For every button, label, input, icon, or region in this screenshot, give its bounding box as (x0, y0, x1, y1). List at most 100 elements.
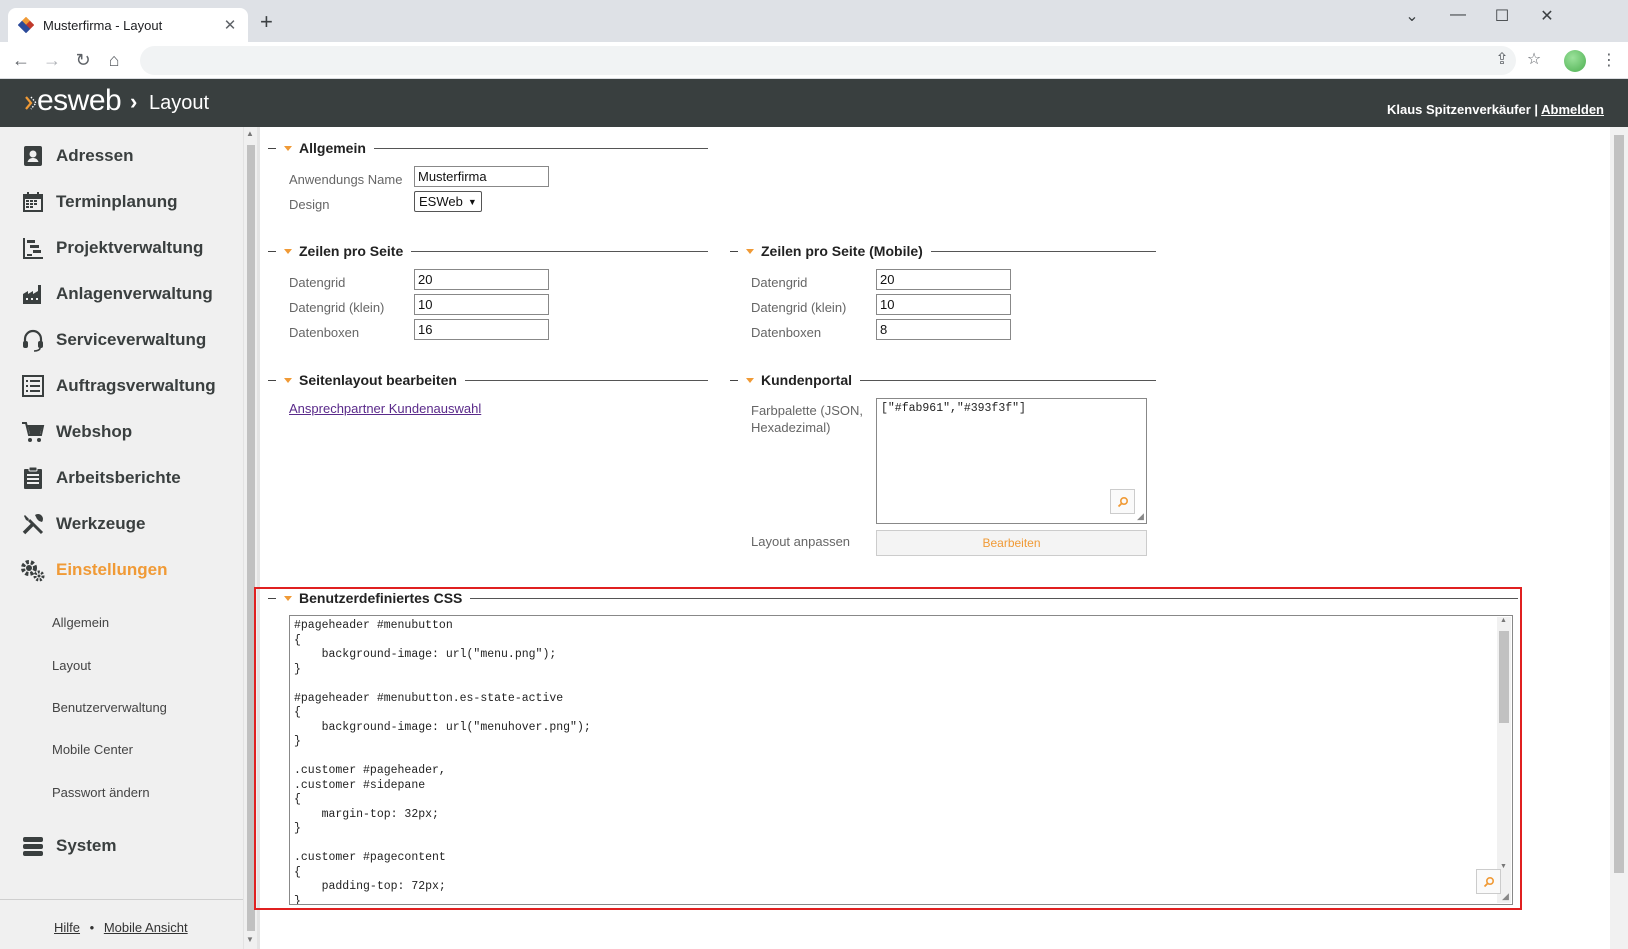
resize-grip-icon[interactable]: ◢ (1502, 891, 1509, 902)
home-button[interactable]: ⌂ (103, 49, 125, 71)
scroll-down-icon[interactable]: ▼ (246, 935, 254, 944)
help-link[interactable]: Hilfe (54, 920, 80, 935)
calendar-icon (20, 189, 46, 215)
headset-icon (20, 327, 46, 353)
tools-icon (20, 511, 46, 537)
datengrid-klein-input[interactable] (414, 294, 549, 315)
css-scroll-thumb[interactable] (1499, 631, 1509, 723)
field-label: Layout anpassen (751, 534, 851, 549)
section-zeilen-mobile: Zeilen pro Seite (Mobile) (730, 242, 1156, 260)
css-scrollbar[interactable]: ▲ ▼ (1497, 617, 1511, 903)
sidebar-subitem-benutzerverwaltung[interactable]: Benutzerverwaltung (52, 700, 167, 715)
collapse-triangle-icon (746, 248, 754, 254)
back-button[interactable]: ← (10, 49, 32, 71)
reload-button[interactable]: ↻ (72, 49, 94, 71)
sidebar-item-einstellungen[interactable]: Einstellungen (0, 548, 243, 592)
sidebar-subitem-mobile-center[interactable]: Mobile Center (52, 742, 133, 757)
design-select[interactable]: ESWeb ▼ (414, 191, 482, 212)
browser-toolbar: ← → ↻ ⌂ ⇪ ☆ ⋮ (0, 42, 1628, 79)
zoom-button[interactable] (1110, 489, 1135, 514)
datenboxen-input[interactable] (414, 319, 549, 340)
tab-title: Musterfirma - Layout (43, 17, 163, 33)
section-rule (411, 250, 708, 252)
main-scroll-thumb[interactable] (1614, 135, 1624, 873)
section-header[interactable]: Kundenportal (730, 371, 1156, 389)
sidebar-item-serviceverwaltung[interactable]: Serviceverwaltung (0, 318, 243, 362)
sidebar-subitem-allgemein[interactable]: Allgemein (52, 615, 109, 630)
browser-tab[interactable]: Musterfirma - Layout ✕ (8, 8, 248, 42)
profile-avatar[interactable] (1564, 50, 1586, 72)
server-icon (20, 833, 46, 859)
scroll-up-icon[interactable]: ▲ (246, 129, 254, 138)
section-allgemein: Allgemein (268, 139, 708, 157)
main-scrollbar[interactable] (1610, 127, 1628, 949)
tab-search-icon[interactable]: ⌄ (1402, 6, 1422, 26)
logout-link[interactable]: Abmelden (1541, 102, 1604, 117)
footer-separator: • (89, 920, 95, 935)
list-icon (20, 373, 46, 399)
resize-grip-icon[interactable]: ◢ (1137, 511, 1144, 522)
section-header[interactable]: Zeilen pro Seite (268, 242, 708, 260)
ansprechpartner-link[interactable]: Ansprechpartner Kundenauswahl (289, 401, 481, 416)
section-rule (373, 147, 708, 149)
sidebar-item-auftragsverwaltung[interactable]: Auftragsverwaltung (0, 364, 243, 408)
scroll-down-icon[interactable]: ▼ (1500, 863, 1507, 870)
section-header[interactable]: Seitenlayout bearbeiten (268, 371, 708, 389)
field-label: Datengrid (klein) (289, 300, 385, 315)
section-rule (860, 379, 1156, 381)
section-rule (470, 597, 1518, 599)
sidebar-item-terminplanung[interactable]: Terminplanung (0, 180, 243, 224)
design-select-value: ESWeb (419, 194, 463, 209)
window-minimize-button[interactable]: — (1448, 6, 1468, 24)
app-logo[interactable]: esweb (37, 84, 122, 118)
mobile-view-link[interactable]: Mobile Ansicht (104, 920, 188, 935)
sidebar-item-werkzeuge[interactable]: Werkzeuge (0, 502, 243, 546)
collapse-triangle-icon (284, 377, 292, 383)
section-header[interactable]: Zeilen pro Seite (Mobile) (730, 242, 1156, 260)
sidebar-item-arbeitsberichte[interactable]: Arbeitsberichte (0, 456, 243, 500)
scroll-up-icon[interactable]: ▲ (1500, 617, 1507, 624)
sidebar-item-projektverwaltung[interactable]: Projektverwaltung (0, 226, 243, 270)
forward-button[interactable]: → (41, 49, 63, 71)
address-bar[interactable] (140, 46, 1516, 75)
share-icon[interactable]: ⇪ (1492, 50, 1512, 70)
section-header[interactable]: Allgemein (268, 139, 708, 157)
collapse-dash-icon (268, 597, 276, 599)
window-close-button[interactable]: ✕ (1537, 6, 1557, 26)
mobile-datengrid-klein-input[interactable] (876, 294, 1011, 315)
custom-css-textarea[interactable]: #pageheader #menubutton { background-ima… (289, 615, 1513, 905)
browser-menu-icon[interactable]: ⋮ (1601, 50, 1617, 70)
section-title: Allgemein (299, 140, 366, 156)
mobile-datenboxen-input[interactable] (876, 319, 1011, 340)
section-header[interactable]: Benutzerdefiniertes CSS (268, 589, 1518, 607)
app-name-input[interactable] (414, 166, 549, 187)
clipboard-icon (20, 465, 46, 491)
sidebar-subitem-passwort[interactable]: Passwort ändern (52, 785, 150, 800)
datengrid-input[interactable] (414, 269, 549, 290)
sidebar-item-label: Einstellungen (56, 560, 168, 579)
field-label: Datenboxen (751, 325, 822, 340)
sidebar-item-anlagenverwaltung[interactable]: Anlagenverwaltung (0, 272, 243, 316)
collapse-triangle-icon (284, 595, 292, 601)
sidebar-item-webshop[interactable]: Webshop (0, 410, 243, 454)
bearbeiten-button[interactable]: Bearbeiten (876, 530, 1147, 556)
mobile-datengrid-input[interactable] (876, 269, 1011, 290)
farbpalette-textarea[interactable]: ["#fab961","#393f3f"] (876, 398, 1147, 524)
field-label: Datengrid (289, 275, 346, 290)
footer-links: Hilfe • Mobile Ansicht (54, 920, 188, 935)
field-label: Hexadezimal) (751, 420, 831, 435)
tab-close-icon[interactable]: ✕ (222, 16, 238, 34)
new-tab-button[interactable]: + (260, 11, 273, 33)
window-maximize-button[interactable]: ☐ (1492, 6, 1512, 26)
sidebar-item-adressen[interactable]: Adressen (0, 134, 243, 178)
sidebar-item-label: Adressen (56, 146, 134, 165)
field-label: Anwendungs Name (289, 172, 403, 187)
chevron-down-icon: ▼ (467, 196, 477, 207)
field-label: Datengrid (751, 275, 808, 290)
css-zoom-button[interactable] (1476, 869, 1501, 894)
section-custom-css: Benutzerdefiniertes CSS (268, 589, 1518, 607)
sidebar-item-system[interactable]: System (0, 824, 243, 868)
address-book-icon (20, 143, 46, 169)
bookmark-star-icon[interactable]: ☆ (1524, 50, 1544, 70)
sidebar-subitem-layout[interactable]: Layout (52, 658, 91, 673)
